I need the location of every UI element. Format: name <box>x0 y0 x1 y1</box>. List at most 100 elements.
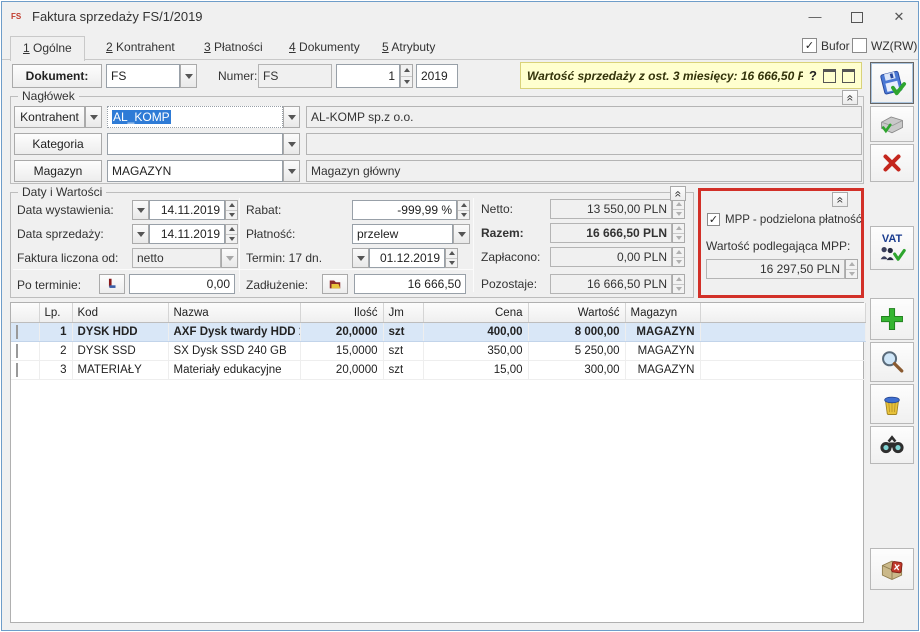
po-terminie-value[interactable]: 0,00 <box>129 274 235 294</box>
spin-up-button <box>673 248 684 258</box>
fiscalize-button[interactable] <box>870 106 914 142</box>
kontrahent-button-dropdown[interactable] <box>85 106 102 128</box>
kategoria-code-input[interactable] <box>107 133 283 155</box>
number-field[interactable]: 1 <box>336 64 400 88</box>
naglowek-collapse-button[interactable] <box>842 90 858 105</box>
data-sprzedazy-calendar-dropdown[interactable] <box>132 224 149 244</box>
magazyn-button[interactable]: Magazyn <box>14 160 102 182</box>
fiscal-printer-icon <box>878 111 906 137</box>
spin-down-button[interactable] <box>401 77 412 88</box>
platnosc-select[interactable]: przelew <box>352 224 453 244</box>
add-item-button[interactable] <box>870 298 914 340</box>
tab-kontrahent[interactable]: 2 Kontrahent <box>94 36 187 60</box>
dokument-button[interactable]: Dokument: <box>12 64 102 88</box>
mpp-collapse-button[interactable] <box>832 192 848 207</box>
column-header-wartosc[interactable]: Wartość <box>528 303 625 323</box>
spin-up-button <box>673 224 684 234</box>
delete-item-button[interactable] <box>870 384 914 424</box>
zadluzenie-value[interactable]: 16 666,50 <box>354 274 466 294</box>
column-header-magazyn[interactable]: Magazyn <box>625 303 700 323</box>
magazyn-code-dropdown[interactable] <box>283 160 300 182</box>
table-row[interactable]: 1 DYSK HDD AXF Dysk twardy HDD 1TB 20,00… <box>11 323 865 342</box>
magazyn-code-input[interactable]: MAGAZYN <box>107 160 283 182</box>
tab-platnosci[interactable]: 3 Płatności <box>192 36 275 60</box>
save-button[interactable] <box>870 62 914 104</box>
daty-collapse-button[interactable] <box>670 186 686 201</box>
select-column-header[interactable] <box>11 303 39 323</box>
cancel-button[interactable] <box>870 144 914 182</box>
column-header-lp[interactable]: Lp.▲ <box>39 303 72 323</box>
row-checkbox[interactable] <box>16 344 18 358</box>
find-button[interactable] <box>870 426 914 464</box>
spin-down-button[interactable] <box>458 211 469 220</box>
column-header-cena[interactable]: Cena <box>423 303 528 323</box>
termin-calendar-dropdown[interactable] <box>352 248 369 268</box>
items-table-container: Lp.▲ Kod Nazwa Ilość Jm Cena Wartość Mag… <box>10 302 864 623</box>
column-header-ilosc[interactable]: Ilość <box>300 303 383 323</box>
row-checkbox[interactable] <box>16 325 18 339</box>
data-wystawienia-input[interactable]: 14.11.2019 <box>149 200 225 220</box>
termin-input[interactable]: 01.12.2019 <box>369 248 445 268</box>
column-header-jm[interactable]: Jm <box>383 303 423 323</box>
spin-up-button[interactable] <box>226 201 237 211</box>
number-spinner <box>400 64 413 88</box>
spin-down-button[interactable] <box>226 235 237 244</box>
data-sprzedazy-label: Data sprzedaży: <box>17 227 104 241</box>
spin-up-button[interactable] <box>446 249 457 259</box>
vat-split-payment-button[interactable]: VAT <box>870 226 914 270</box>
netto-label: Netto: <box>481 202 513 216</box>
razem-value: 16 666,50 PLN <box>550 223 672 243</box>
document-type-dropdown[interactable] <box>180 64 197 88</box>
zadluzenie-button[interactable] <box>322 274 348 294</box>
maximize-icon <box>851 12 863 23</box>
kontrahent-code-dropdown[interactable] <box>283 106 300 128</box>
maximize-window-icon[interactable] <box>842 69 855 83</box>
spin-up-button[interactable] <box>226 225 237 235</box>
year-field[interactable]: 2019 <box>416 64 458 88</box>
rabat-spinner <box>457 200 470 220</box>
kontrahent-code-input[interactable]: AL_KOMP <box>107 106 283 128</box>
mpp-checkbox[interactable] <box>707 213 720 226</box>
table-row[interactable]: 3 MATERIAŁY Materiały edukacyjne 20,0000… <box>11 361 865 380</box>
invoice-window: FS Faktura sprzedaży FS/1/2019 — ✕ 1 Ogó… <box>1 1 919 631</box>
restore-window-icon[interactable] <box>823 69 836 83</box>
wz-checkbox[interactable] <box>852 38 867 53</box>
close-button[interactable]: ✕ <box>882 2 916 32</box>
vat-label: VAT <box>882 234 902 245</box>
pozostaje-value: 16 666,50 PLN <box>550 274 672 294</box>
data-wystawienia-spinner <box>225 200 238 220</box>
stock-check-button[interactable] <box>870 548 914 590</box>
kategoria-code-dropdown[interactable] <box>283 133 300 155</box>
tab-dokumenty[interactable]: 4 Dokumenty <box>277 36 372 60</box>
tab-atrybuty[interactable]: 5 Atrybuty <box>370 36 447 60</box>
po-terminie-label: Po terminie: <box>17 278 81 292</box>
po-terminie-button[interactable] <box>99 274 125 294</box>
table-row[interactable]: 2 DYSK SSD SX Dysk SSD 240 GB 15,0000 sz… <box>11 342 865 361</box>
naglowek-legend: Nagłówek <box>18 89 79 103</box>
spin-down-button[interactable] <box>226 211 237 220</box>
help-icon[interactable]: ? <box>809 68 817 83</box>
minimize-button[interactable]: — <box>798 2 832 32</box>
row-checkbox[interactable] <box>16 363 18 377</box>
document-type-input[interactable]: FS <box>106 64 180 88</box>
pozostaje-spinner <box>672 274 685 294</box>
edit-item-button[interactable] <box>870 342 914 382</box>
tab-ogolne[interactable]: 1 Ogólne <box>10 36 85 61</box>
spin-up-button[interactable] <box>458 201 469 211</box>
data-wystawienia-calendar-dropdown[interactable] <box>132 200 149 220</box>
spin-down-button[interactable] <box>446 259 457 268</box>
column-header-nazwa[interactable]: Nazwa <box>168 303 300 323</box>
platnosc-dropdown[interactable] <box>453 224 470 244</box>
spin-up-button[interactable] <box>401 65 412 77</box>
data-sprzedazy-input[interactable]: 14.11.2019 <box>149 224 225 244</box>
spin-down-button <box>673 285 684 294</box>
numer-label: Numer: <box>218 69 257 83</box>
kategoria-name-field <box>306 133 862 155</box>
column-header-kod[interactable]: Kod <box>72 303 168 323</box>
maximize-button[interactable] <box>840 2 874 32</box>
bufor-checkbox[interactable] <box>802 38 817 53</box>
kontrahent-button[interactable]: Kontrahent <box>14 106 85 128</box>
rabat-input[interactable]: -999,99 % <box>352 200 457 220</box>
wz-label: WZ(RW) <box>871 39 917 53</box>
kategoria-button[interactable]: Kategoria <box>14 133 102 155</box>
